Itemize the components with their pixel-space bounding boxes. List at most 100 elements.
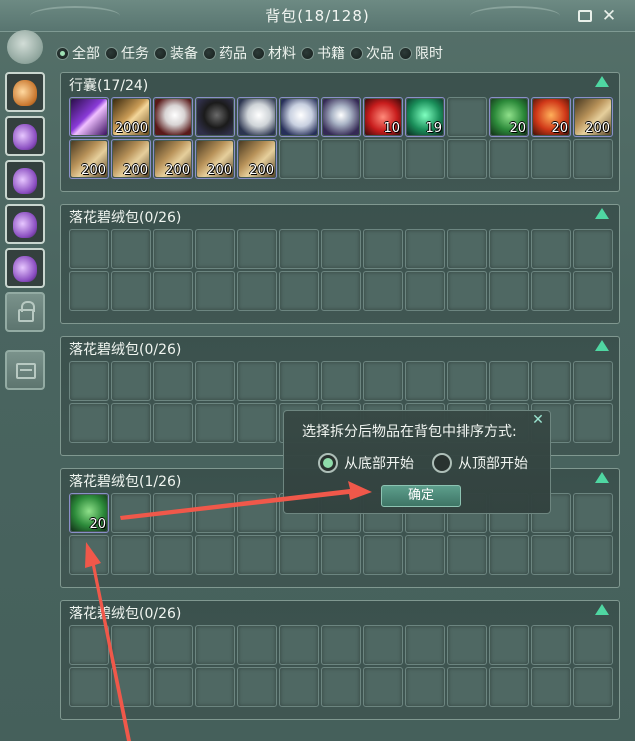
inventory-slot[interactable]	[279, 625, 319, 665]
close-button[interactable]: ✕	[600, 7, 618, 25]
inventory-slot[interactable]	[153, 667, 193, 707]
title-bar[interactable]: 背包(18/128) ✕	[0, 0, 635, 32]
inventory-slot[interactable]	[195, 625, 235, 665]
filter-quest[interactable]: 任务	[105, 43, 149, 63]
filter-books[interactable]: 书籍	[301, 43, 345, 63]
inventory-slot[interactable]	[111, 361, 151, 401]
filter-defective[interactable]: 次品	[350, 43, 394, 63]
inventory-slot[interactable]	[321, 139, 361, 179]
inventory-slot[interactable]	[573, 271, 613, 311]
sidebar-storage-button[interactable]	[5, 350, 45, 390]
inventory-slot[interactable]	[279, 97, 319, 137]
inventory-slot[interactable]	[405, 535, 445, 575]
inventory-slot[interactable]: 20	[531, 97, 571, 137]
inventory-slot[interactable]	[111, 667, 151, 707]
inventory-slot[interactable]	[153, 403, 193, 443]
inventory-slot[interactable]	[405, 361, 445, 401]
inventory-slot[interactable]	[195, 97, 235, 137]
inventory-slot[interactable]: 2000	[111, 97, 151, 137]
inventory-slot[interactable]	[195, 403, 235, 443]
inventory-slot[interactable]	[321, 361, 361, 401]
inventory-slot[interactable]	[531, 139, 571, 179]
inventory-slot[interactable]: 19	[405, 97, 445, 137]
inventory-slot[interactable]	[111, 625, 151, 665]
inventory-slot[interactable]	[573, 361, 613, 401]
inventory-slot[interactable]	[153, 229, 193, 269]
collapse-triangle-icon[interactable]	[595, 208, 609, 219]
inventory-slot[interactable]	[489, 535, 529, 575]
inventory-slot[interactable]	[489, 667, 529, 707]
sidebar-bag-1[interactable]	[5, 72, 45, 112]
inventory-slot[interactable]	[573, 139, 613, 179]
inventory-slot[interactable]	[405, 271, 445, 311]
inventory-slot[interactable]: 20	[489, 97, 529, 137]
filter-materials[interactable]: 材料	[252, 43, 296, 63]
inventory-slot[interactable]	[111, 493, 151, 533]
inventory-slot[interactable]	[111, 403, 151, 443]
inventory-slot[interactable]	[237, 403, 277, 443]
inventory-slot[interactable]	[279, 361, 319, 401]
inventory-slot[interactable]	[69, 535, 109, 575]
filter-timed[interactable]: 限时	[399, 43, 443, 63]
confirm-button[interactable]: 确定	[381, 485, 461, 507]
inventory-slot[interactable]	[447, 535, 487, 575]
inventory-slot[interactable]: 200	[573, 97, 613, 137]
inventory-slot[interactable]	[237, 229, 277, 269]
inventory-slot[interactable]	[153, 625, 193, 665]
inventory-slot[interactable]	[237, 667, 277, 707]
inventory-slot[interactable]	[237, 535, 277, 575]
inventory-slot[interactable]	[153, 361, 193, 401]
inventory-slot[interactable]	[321, 229, 361, 269]
inventory-slot[interactable]	[237, 97, 277, 137]
inventory-slot[interactable]	[69, 97, 109, 137]
inventory-slot[interactable]	[195, 493, 235, 533]
inventory-slot[interactable]	[447, 361, 487, 401]
inventory-slot[interactable]	[69, 667, 109, 707]
inventory-slot[interactable]	[363, 229, 403, 269]
inventory-slot[interactable]	[573, 229, 613, 269]
inventory-slot[interactable]	[531, 361, 571, 401]
inventory-slot[interactable]	[447, 271, 487, 311]
inventory-slot[interactable]	[69, 271, 109, 311]
inventory-slot[interactable]	[153, 271, 193, 311]
inventory-slot[interactable]	[111, 229, 151, 269]
inventory-slot[interactable]	[363, 361, 403, 401]
inventory-slot[interactable]	[405, 667, 445, 707]
filter-all[interactable]: 全部	[56, 43, 100, 63]
option-from-top[interactable]: 从顶部开始	[432, 453, 528, 473]
inventory-slot[interactable]	[321, 625, 361, 665]
collapse-triangle-icon[interactable]	[595, 604, 609, 615]
inventory-slot[interactable]	[321, 97, 361, 137]
inventory-slot[interactable]	[447, 625, 487, 665]
inventory-slot[interactable]	[153, 97, 193, 137]
inventory-slot[interactable]	[279, 271, 319, 311]
inventory-slot[interactable]	[489, 271, 529, 311]
inventory-slot[interactable]	[573, 535, 613, 575]
filter-medicine[interactable]: 药品	[203, 43, 247, 63]
inventory-slot[interactable]	[573, 625, 613, 665]
bag-sort-icon[interactable]	[7, 30, 43, 64]
inventory-slot[interactable]	[237, 493, 277, 533]
inventory-slot[interactable]	[195, 271, 235, 311]
inventory-slot[interactable]	[531, 535, 571, 575]
inventory-slot[interactable]	[405, 229, 445, 269]
inventory-slot[interactable]	[153, 535, 193, 575]
inventory-slot[interactable]	[153, 493, 193, 533]
inventory-slot[interactable]	[111, 535, 151, 575]
inventory-slot[interactable]: 200	[69, 139, 109, 179]
inventory-slot[interactable]	[195, 229, 235, 269]
inventory-slot[interactable]	[573, 403, 613, 443]
inventory-slot[interactable]	[405, 625, 445, 665]
inventory-slot[interactable]	[405, 139, 445, 179]
inventory-slot[interactable]	[237, 271, 277, 311]
inventory-slot[interactable]: 20	[69, 493, 109, 533]
filter-equipment[interactable]: 装备	[154, 43, 198, 63]
inventory-slot[interactable]	[489, 625, 529, 665]
inventory-slot[interactable]	[279, 667, 319, 707]
inventory-slot[interactable]	[195, 361, 235, 401]
inventory-slot[interactable]	[489, 229, 529, 269]
dialog-close-icon[interactable]: ✕	[530, 412, 546, 428]
inventory-slot[interactable]	[363, 625, 403, 665]
inventory-slot[interactable]	[237, 625, 277, 665]
collapse-triangle-icon[interactable]	[595, 76, 609, 87]
